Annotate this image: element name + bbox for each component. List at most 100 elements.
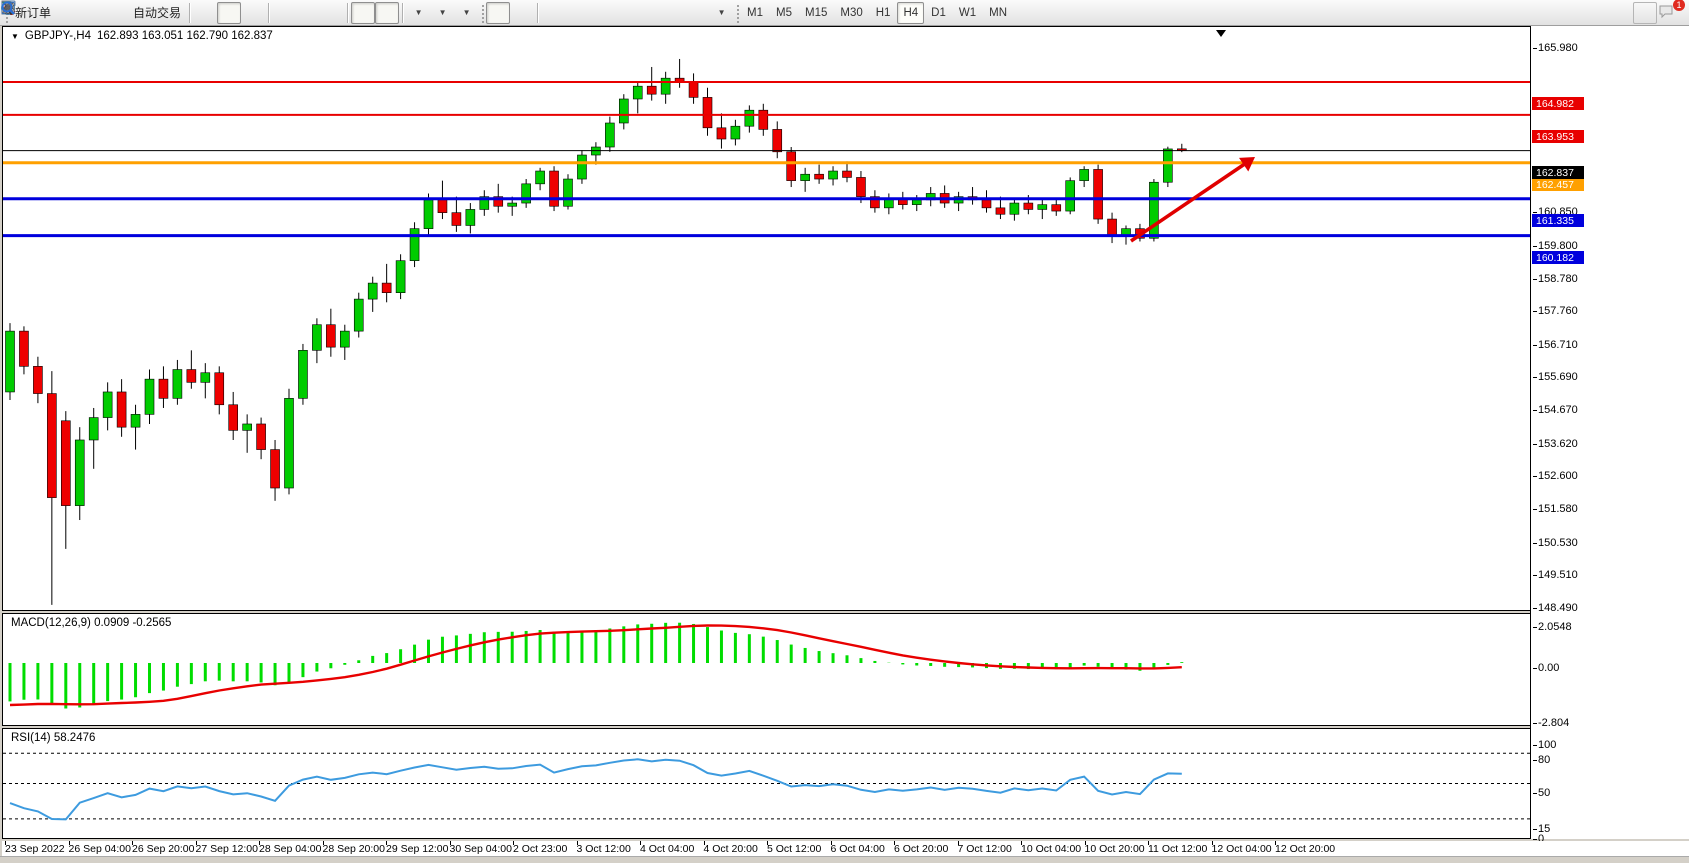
chart-shift-button[interactable]	[375, 2, 399, 24]
mt4-window: { "app": {"platform_style": "MetaTrader …	[0, 0, 1689, 862]
macd-canvas[interactable]	[3, 614, 1530, 725]
time-axis-tick	[958, 841, 959, 845]
bear-candle	[47, 394, 56, 498]
separator	[347, 3, 348, 23]
rsi-canvas[interactable]	[3, 729, 1530, 838]
price-axis[interactable]: 165.980161.870160.850159.800158.780157.7…	[1530, 26, 1689, 839]
time-axis-label: 23 Sep 2022	[5, 843, 65, 855]
bull-candle	[564, 179, 573, 206]
templates-button[interactable]: ▼	[454, 2, 478, 24]
bull-candle	[424, 200, 433, 229]
arrows-tool-button[interactable]: ▼	[709, 2, 733, 24]
time-axis-tick	[1085, 841, 1086, 845]
new-order-label: 新订单	[15, 4, 51, 21]
bull-candle	[243, 424, 252, 430]
text-tool-button[interactable]: A	[661, 2, 685, 24]
candlestick-chart-button[interactable]	[217, 2, 241, 24]
new-order-button[interactable]: 新订单	[10, 2, 56, 24]
tab-timeframe-M1[interactable]: M1	[741, 2, 769, 24]
time-axis-tick	[767, 841, 768, 845]
bull-candle	[340, 331, 349, 347]
price-axis-tick: 148.490	[1538, 602, 1578, 614]
cursor-tool-button[interactable]	[486, 2, 510, 24]
text-label-tool-button[interactable]: T	[685, 2, 709, 24]
bull-candle	[1010, 203, 1019, 214]
bull-candle	[1163, 149, 1172, 182]
time-axis-tick	[5, 841, 6, 845]
macd-axis-tick: 0.00	[1538, 662, 1559, 674]
toolbar: 新订单 自动交易 ▼ ▼	[0, 0, 1689, 26]
bull-candle	[633, 86, 642, 99]
chart-shift-marker[interactable]	[1216, 30, 1226, 37]
bar-chart-button[interactable]	[193, 2, 217, 24]
autotrade-button[interactable]: 自动交易	[128, 2, 186, 24]
bear-candle	[229, 405, 238, 431]
trend-arrow[interactable]	[1131, 163, 1247, 241]
navigator-button[interactable]	[80, 2, 104, 24]
tab-timeframe-D1[interactable]: D1	[925, 2, 952, 24]
vertical-line-tool-button[interactable]	[541, 2, 565, 24]
bear-candle	[33, 366, 42, 393]
auto-scroll-button[interactable]	[351, 2, 375, 24]
horizontal-line-tool-button[interactable]	[565, 2, 589, 24]
time-axis-tick	[640, 841, 641, 845]
zoom-out-button[interactable]	[296, 2, 320, 24]
macd-label: MACD(12,26,9) 0.0909 -0.2565	[11, 617, 171, 629]
periods-button[interactable]: ▼	[430, 2, 454, 24]
tab-timeframe-H4[interactable]: H4	[897, 2, 924, 24]
tile-windows-button[interactable]	[320, 2, 344, 24]
channel-tool-button[interactable]: E	[613, 2, 637, 24]
time-axis-label: 6 Oct 20:00	[894, 843, 948, 855]
fibonacci-tool-button[interactable]: F	[637, 2, 661, 24]
tab-timeframe-M15[interactable]: M15	[799, 2, 833, 24]
time-axis-label: 4 Oct 20:00	[704, 843, 758, 855]
bull-candle	[1066, 181, 1075, 211]
tab-timeframe-H1[interactable]: H1	[870, 2, 897, 24]
time-axis[interactable]: 23 Sep 202226 Sep 04:0026 Sep 20:0027 Se…	[2, 841, 1689, 856]
crosshair-tool-button[interactable]	[510, 2, 534, 24]
bull-candle	[605, 123, 614, 147]
tab-timeframe-W1[interactable]: W1	[953, 2, 982, 24]
time-axis-tick	[323, 841, 324, 845]
bear-candle	[61, 421, 70, 506]
time-axis-tick	[69, 841, 70, 845]
bear-candle	[689, 81, 698, 97]
signals-button[interactable]	[104, 2, 128, 24]
price-level-badge: 162.457	[1532, 178, 1584, 191]
bull-candle	[410, 229, 419, 261]
rsi-panel[interactable]: RSI(14) 58.2476	[2, 728, 1531, 839]
time-axis-tick	[259, 841, 260, 845]
bear-candle	[382, 283, 391, 293]
time-axis-tick	[577, 841, 578, 845]
bear-candle	[550, 171, 559, 206]
price-chart-canvas[interactable]	[3, 27, 1530, 610]
tab-timeframe-M5[interactable]: M5	[770, 2, 798, 24]
bull-candle	[89, 418, 98, 440]
marketwatch-button[interactable]	[56, 2, 80, 24]
collapse-triangle-icon[interactable]: ▼	[11, 32, 19, 41]
tab-timeframe-MN[interactable]: MN	[983, 2, 1013, 24]
price-axis-tick: 152.600	[1538, 470, 1578, 482]
toolbar-grip[interactable]	[735, 3, 739, 23]
macd-panel[interactable]: MACD(12,26,9) 0.0909 -0.2565	[2, 613, 1531, 726]
tab-timeframe-M30[interactable]: M30	[834, 2, 868, 24]
trendline-tool-button[interactable]	[589, 2, 613, 24]
bear-candle	[815, 174, 824, 179]
zoom-in-button[interactable]	[272, 2, 296, 24]
search-button[interactable]	[1633, 2, 1657, 24]
bear-candle	[647, 86, 656, 94]
line-chart-button[interactable]	[241, 2, 265, 24]
bear-candle	[271, 450, 280, 488]
main-chart-panel[interactable]: ▼ GBPJPY-,H4 162.893 163.051 162.790 162…	[2, 26, 1531, 611]
bull-candle	[508, 203, 517, 206]
bear-candle	[982, 200, 991, 208]
time-axis-tick	[450, 841, 451, 845]
time-axis-tick	[1212, 841, 1213, 845]
price-axis-tick: 159.800	[1538, 240, 1578, 252]
notifications-button[interactable]: 1	[1657, 2, 1681, 24]
bull-candle	[145, 379, 154, 414]
toolbar-grip[interactable]	[480, 3, 484, 23]
time-axis-label: 6 Oct 04:00	[831, 843, 885, 855]
indicators-button[interactable]: ▼	[406, 2, 430, 24]
bull-candle	[201, 373, 210, 383]
